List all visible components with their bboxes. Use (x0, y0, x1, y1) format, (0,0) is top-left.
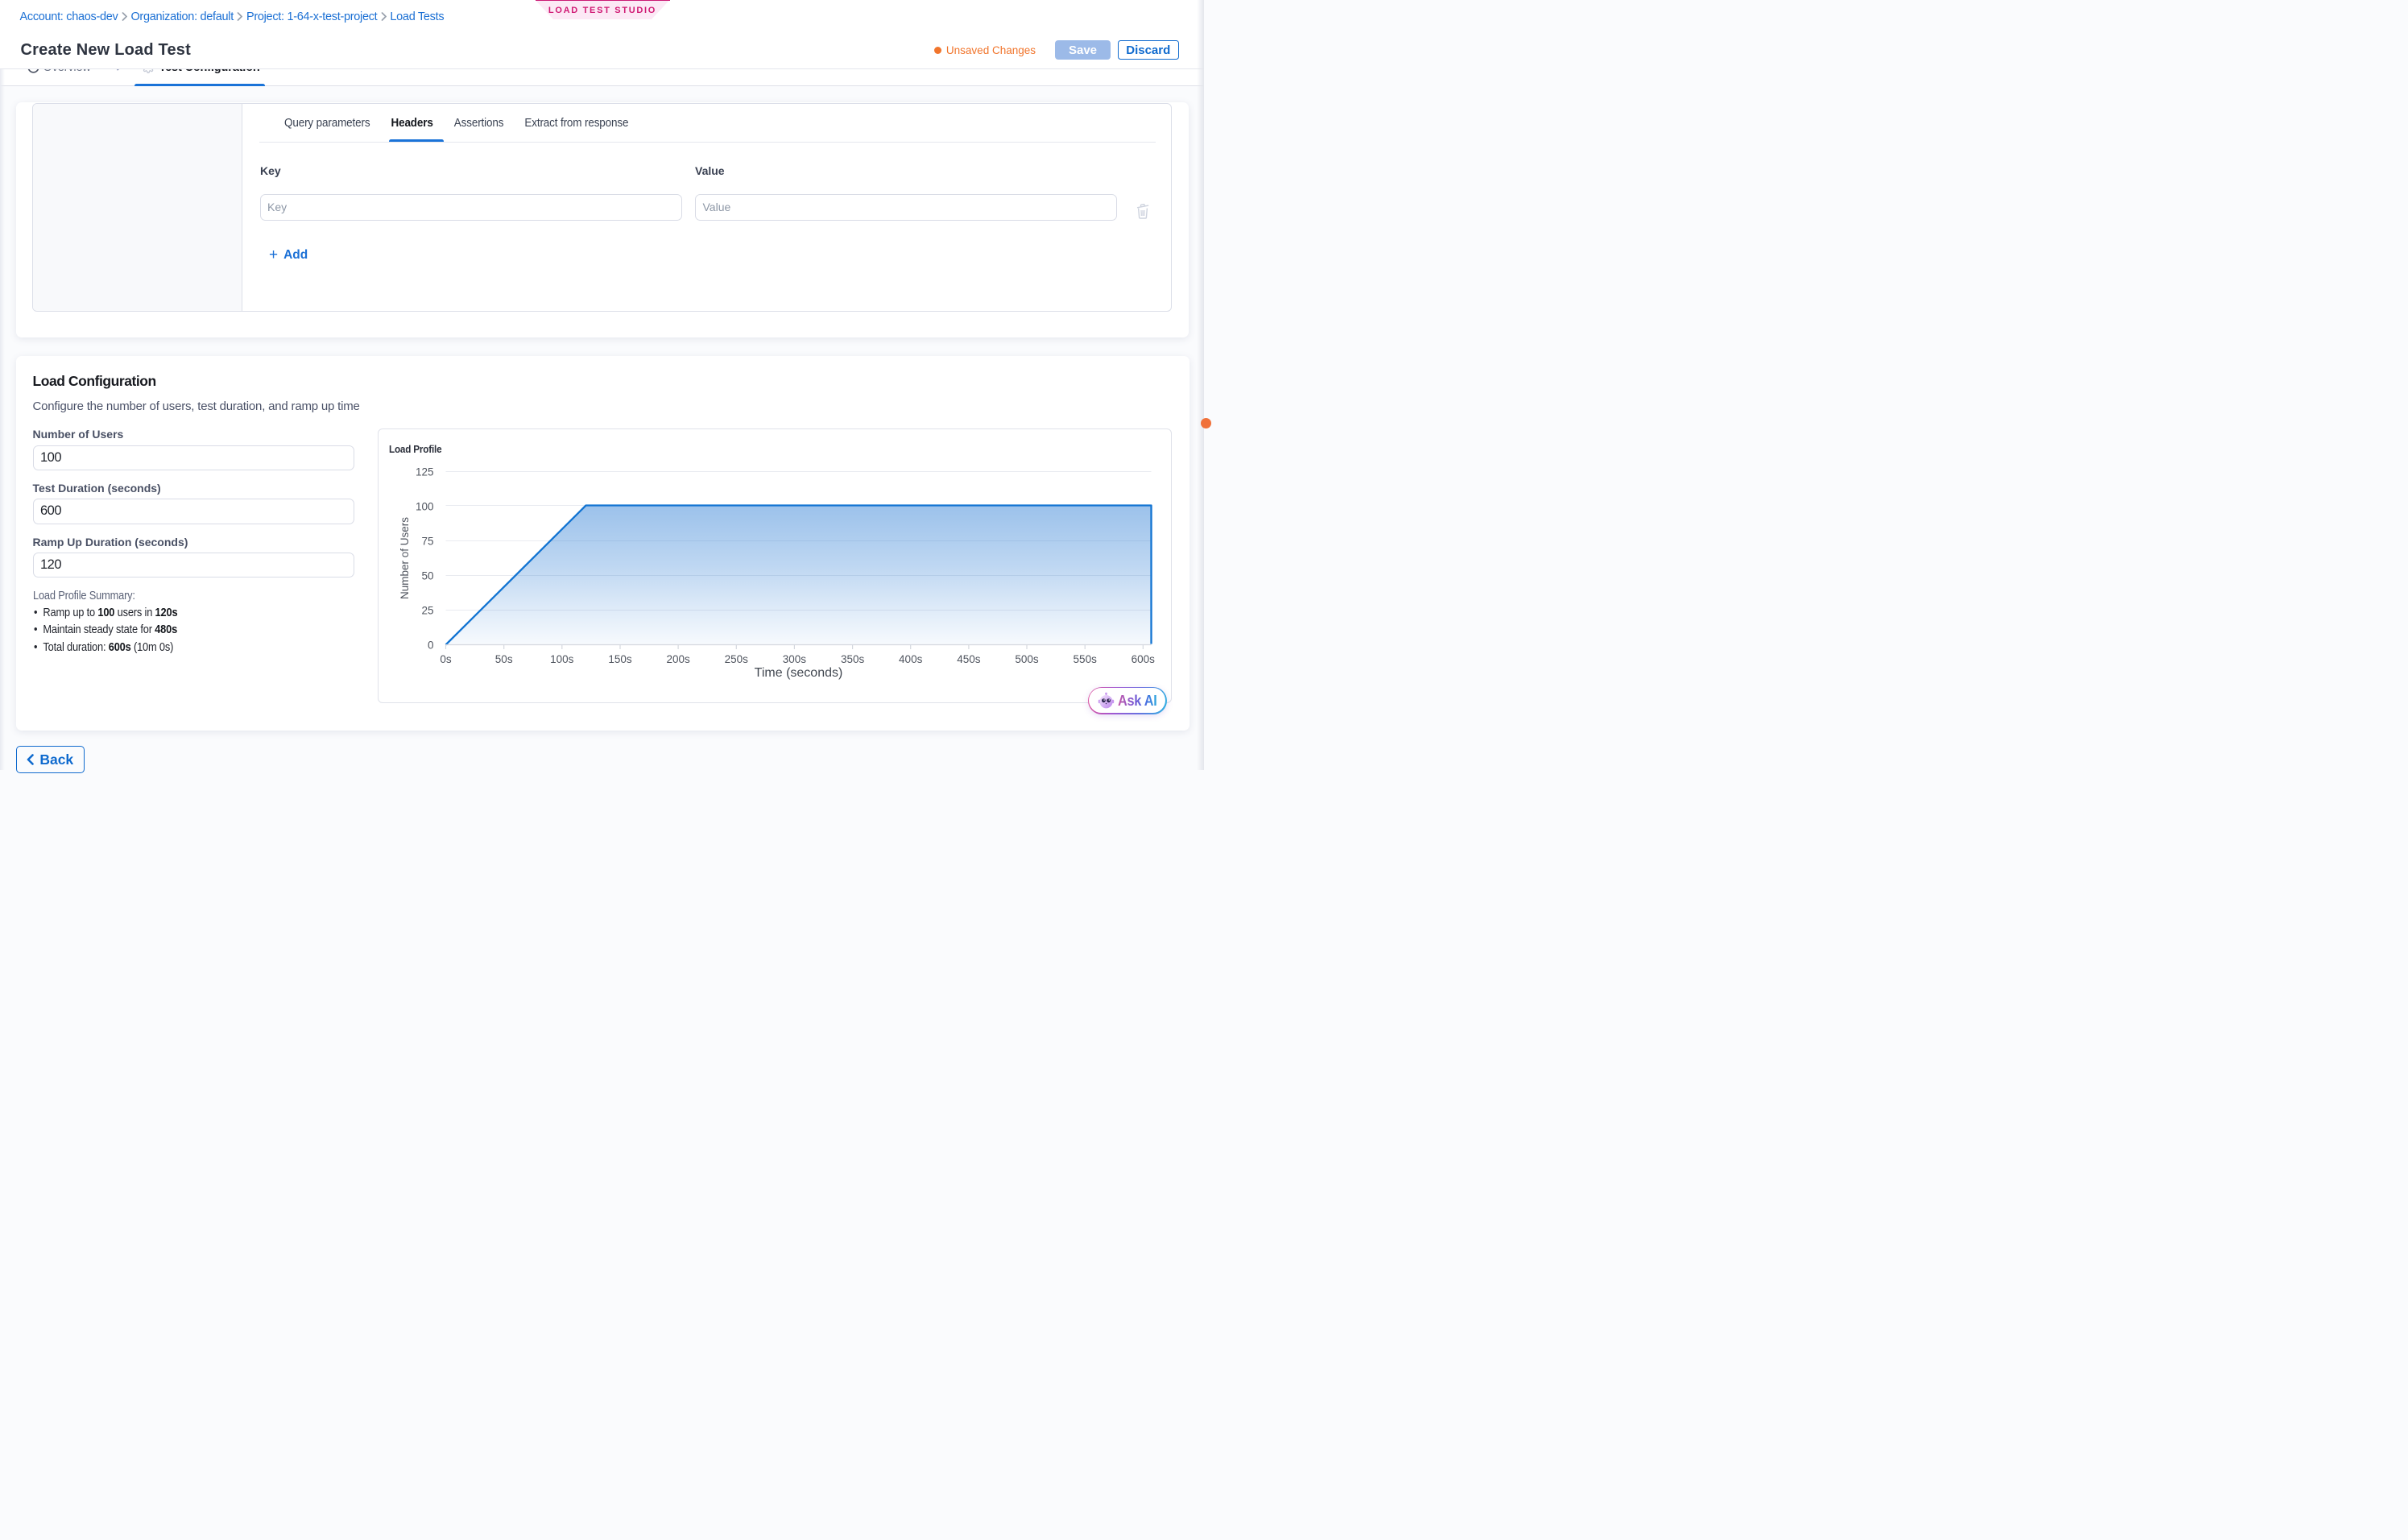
svg-text:Time (seconds): Time (seconds) (754, 666, 842, 680)
svg-text:150s: 150s (608, 653, 632, 665)
svg-text:400s: 400s (899, 653, 923, 665)
svg-text:50: 50 (421, 569, 433, 582)
svg-text:500s: 500s (1015, 653, 1039, 665)
svg-text:200s: 200s (666, 653, 690, 665)
svg-text:0s: 0s (440, 653, 452, 665)
svg-text:100s: 100s (550, 653, 574, 665)
svg-text:125: 125 (415, 466, 433, 478)
svg-text:25: 25 (421, 604, 433, 616)
svg-text:300s: 300s (782, 653, 806, 665)
svg-text:50s: 50s (494, 653, 512, 665)
svg-text:600s: 600s (1131, 653, 1155, 665)
svg-text:75: 75 (421, 535, 433, 547)
svg-text:100: 100 (415, 500, 433, 512)
svg-text:350s: 350s (840, 653, 864, 665)
svg-text:450s: 450s (957, 653, 981, 665)
svg-text:Number of Users: Number of Users (399, 516, 411, 598)
svg-text:250s: 250s (724, 653, 748, 665)
svg-text:550s: 550s (1073, 653, 1097, 665)
svg-text:0: 0 (427, 639, 433, 651)
